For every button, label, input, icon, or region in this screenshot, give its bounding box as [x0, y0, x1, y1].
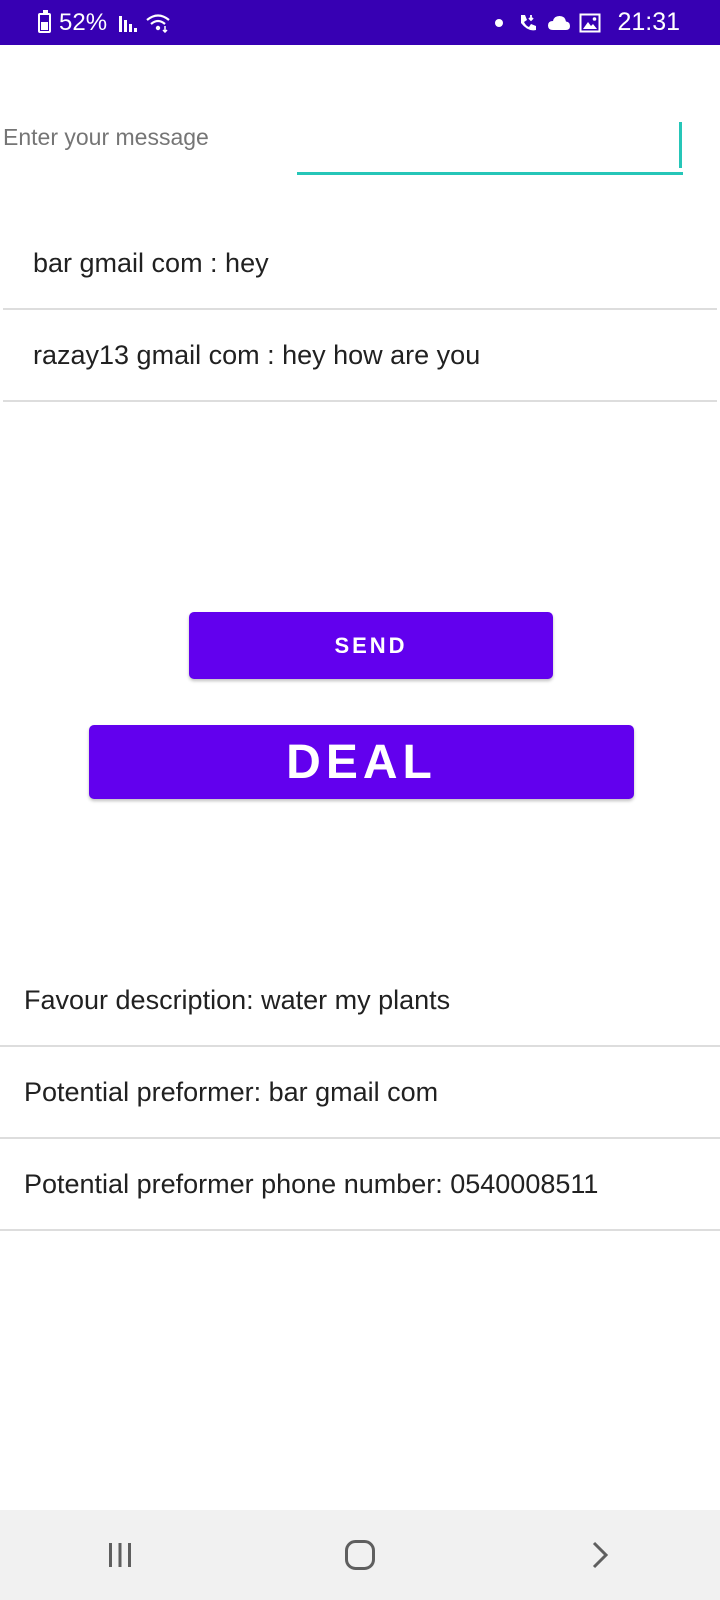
favour-details-list: Favour description: water my plants Pote… [0, 955, 720, 1231]
potential-performer[interactable]: Potential preformer: bar gmail com [0, 1047, 720, 1139]
chat-message-text: bar gmail com : hey [33, 247, 269, 278]
back-button[interactable] [560, 1520, 640, 1590]
recents-icon [109, 1543, 131, 1567]
image-icon [579, 13, 601, 33]
wifi-icon [145, 13, 171, 33]
battery-icon [38, 9, 51, 33]
deal-button[interactable]: DEAL [89, 725, 634, 799]
battery-percentage: 52% [59, 8, 108, 36]
input-underline [297, 172, 683, 175]
screen: 52% 21:31 Enter your message bar gmail c… [0, 0, 720, 1600]
message-input[interactable] [0, 115, 690, 160]
chat-list: bar gmail com : hey razay13 gmail com : … [3, 218, 717, 402]
dot-icon [495, 18, 504, 27]
home-button[interactable] [320, 1520, 400, 1590]
potential-performer-text: Potential preformer: bar gmail com [24, 1076, 439, 1107]
chat-message[interactable]: razay13 gmail com : hey how are you [3, 310, 717, 402]
recents-button[interactable] [80, 1520, 160, 1590]
chat-message[interactable]: bar gmail com : hey [3, 218, 717, 310]
status-right: 21:31 [495, 8, 680, 37]
home-icon [345, 1540, 375, 1570]
chat-message-text: razay13 gmail com : hey how are you [33, 339, 481, 370]
status-bar: 52% 21:31 [0, 0, 720, 45]
text-cursor [679, 122, 682, 168]
performer-phone-number-text: Potential preformer phone number: 054000… [24, 1168, 599, 1199]
back-icon [592, 1541, 609, 1569]
clock: 21:31 [617, 8, 680, 36]
call-icon [517, 12, 539, 34]
send-button[interactable]: SEND [189, 612, 553, 679]
cloud-icon [547, 14, 571, 32]
favour-description[interactable]: Favour description: water my plants [0, 955, 720, 1047]
navigation-bar [0, 1510, 720, 1600]
message-input-row [0, 100, 720, 180]
status-left: 52% [38, 9, 171, 37]
performer-phone-number[interactable]: Potential preformer phone number: 054000… [0, 1139, 720, 1231]
signal-icon [119, 14, 138, 32]
favour-description-text: Favour description: water my plants [24, 984, 451, 1015]
